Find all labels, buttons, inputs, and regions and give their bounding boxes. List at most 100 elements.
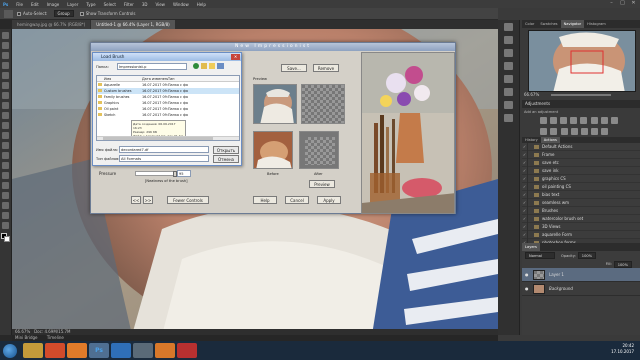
menu-edit[interactable]: Edit [31, 2, 39, 7]
action-set-row[interactable]: ✓ bias text [522, 190, 640, 199]
doc-tab-untitled[interactable]: Untitled-1 @ 66.4% (Layer 1, RGB/8) [91, 20, 175, 29]
action-set-row[interactable]: ✓ aquarelle Form [522, 230, 640, 239]
character-panel-icon[interactable] [504, 62, 513, 70]
tab-histogram[interactable]: Histogram [584, 20, 609, 28]
action-toggle-checkbox[interactable]: ✓ [522, 174, 528, 183]
file-list[interactable]: Имя Дата изменения Тип Aquarelle16.07.20… [96, 75, 240, 141]
layer-row[interactable]: ● Background [522, 282, 640, 296]
status-zoom[interactable]: 66.67% [15, 329, 30, 334]
lasso-icon[interactable] [2, 52, 9, 59]
brush-panel-icon[interactable] [504, 88, 513, 96]
threshold-icon[interactable] [581, 128, 589, 135]
tab-timeline[interactable]: Timeline [47, 335, 64, 340]
adjustments-header[interactable]: Adjustments [522, 100, 640, 108]
start-button[interactable] [3, 343, 17, 358]
layer-name[interactable]: Background [549, 286, 573, 291]
action-set-row[interactable]: ✓ watercolor brush set [522, 214, 640, 223]
action-toggle-checkbox[interactable]: ✓ [522, 150, 528, 159]
paragraph-panel-icon[interactable] [504, 75, 513, 83]
navigator-zoom-value[interactable]: 66.67% [524, 92, 539, 97]
action-set-row[interactable]: ✓ Frame [522, 150, 640, 159]
action-set-row[interactable]: ✓ Brushes [522, 206, 640, 215]
levels-icon[interactable] [550, 117, 557, 124]
tab-mini-bridge[interactable]: Mini Bridge [15, 335, 38, 340]
column-type[interactable]: Тип [168, 76, 188, 81]
dodge-icon[interactable] [2, 162, 9, 169]
visibility-eye-icon[interactable]: ● [525, 286, 530, 291]
move-tool-icon[interactable] [4, 9, 13, 18]
cancel-button[interactable]: Cancel [285, 196, 309, 204]
action-toggle-checkbox[interactable]: ✓ [522, 142, 528, 151]
action-set-row[interactable]: ✓ 3D Views [522, 222, 640, 231]
vibrance-icon[interactable] [580, 117, 587, 124]
action-set-row[interactable]: ✓ save etc [522, 158, 640, 167]
action-toggle-checkbox[interactable]: ✓ [522, 198, 528, 207]
help-button[interactable]: Help [253, 196, 277, 204]
menu-help[interactable]: Help [197, 2, 206, 7]
app-icon-gray[interactable] [133, 343, 153, 358]
path-select-icon[interactable] [2, 192, 9, 199]
action-toggle-checkbox[interactable]: ✓ [522, 222, 528, 231]
color-swatches-icon[interactable] [1, 233, 11, 243]
history-panel-icon[interactable] [504, 23, 513, 31]
media-player-icon[interactable] [45, 343, 65, 358]
explorer-icon[interactable] [23, 343, 43, 358]
layer-row[interactable]: ● Layer 1 [522, 268, 640, 282]
channel-mixer-icon[interactable] [550, 128, 557, 135]
navigator-thumbnail[interactable] [528, 30, 636, 92]
maximize-icon[interactable]: □ [618, 0, 627, 7]
up-folder-icon[interactable] [201, 63, 207, 69]
auto-select-dropdown[interactable]: Group [53, 10, 74, 17]
color-balance-icon[interactable] [601, 117, 609, 124]
menu-filter[interactable]: Filter [124, 2, 134, 7]
tab-navigator[interactable]: Navigator [560, 20, 585, 28]
app-icon-red[interactable] [177, 343, 197, 358]
doc-tab-hemingway[interactable]: hemingway.jpg @ 66.7% (RGB/8*) [12, 20, 91, 29]
minimize-icon[interactable]: – [607, 0, 616, 7]
zoom-icon[interactable] [2, 222, 9, 229]
menu-layer[interactable]: Layer [67, 2, 78, 7]
filename-input[interactable]: decordared7.df [119, 146, 209, 153]
eyedropper-icon[interactable] [2, 82, 9, 89]
selective-color-icon[interactable] [601, 128, 609, 135]
open-button[interactable]: Открыть [213, 146, 239, 154]
system-clock[interactable]: 20:42 17.10.2017 [611, 343, 634, 355]
move-icon[interactable] [2, 32, 9, 39]
filetype-dropdown[interactable]: All Formats [119, 155, 209, 162]
tab-swatches[interactable]: Swatches [537, 20, 560, 28]
gradient-map-icon[interactable] [591, 128, 599, 135]
fill-field[interactable]: 100% [613, 260, 632, 268]
hand-icon[interactable] [2, 212, 9, 219]
next-brush-button[interactable]: >> [143, 196, 153, 204]
brightness-icon[interactable] [540, 117, 547, 124]
menu-select[interactable]: Select [104, 2, 116, 7]
folder-dropdown[interactable]: Impressionist.p [117, 63, 187, 70]
action-toggle-checkbox[interactable]: ✓ [522, 182, 528, 191]
properties-panel-icon[interactable] [504, 36, 513, 44]
blur-icon[interactable] [2, 152, 9, 159]
action-toggle-checkbox[interactable]: ✓ [522, 190, 528, 199]
view-menu-icon[interactable] [217, 63, 224, 69]
clone-source-icon[interactable] [504, 101, 513, 109]
quick-select-icon[interactable] [2, 62, 9, 69]
exposure-icon[interactable] [570, 117, 577, 124]
save-button[interactable]: Save... [281, 64, 307, 72]
eraser-icon[interactable] [2, 132, 9, 139]
action-set-row[interactable]: ✓ seamless wm [522, 198, 640, 207]
new-folder-icon[interactable] [209, 63, 215, 69]
photo-filter-icon[interactable] [540, 128, 547, 135]
column-date[interactable]: Дата изменения [142, 76, 168, 81]
apply-button[interactable]: Apply [317, 196, 341, 204]
marquee-icon[interactable] [2, 42, 9, 49]
action-toggle-checkbox[interactable]: ✓ [522, 214, 528, 223]
posterize-icon[interactable] [571, 128, 579, 135]
pen-icon[interactable] [2, 172, 9, 179]
action-set-row[interactable]: ✓ Default Actions [522, 142, 640, 151]
prev-brush-button[interactable]: << [131, 196, 141, 204]
remove-button[interactable]: Remove [313, 64, 339, 72]
dialog-close-icon[interactable]: ✕ [231, 54, 240, 60]
shape-icon[interactable] [2, 202, 9, 209]
history-brush-icon[interactable] [2, 122, 9, 129]
navigator-zoom-slider[interactable] [550, 94, 611, 96]
menu-type[interactable]: Type [86, 2, 95, 7]
